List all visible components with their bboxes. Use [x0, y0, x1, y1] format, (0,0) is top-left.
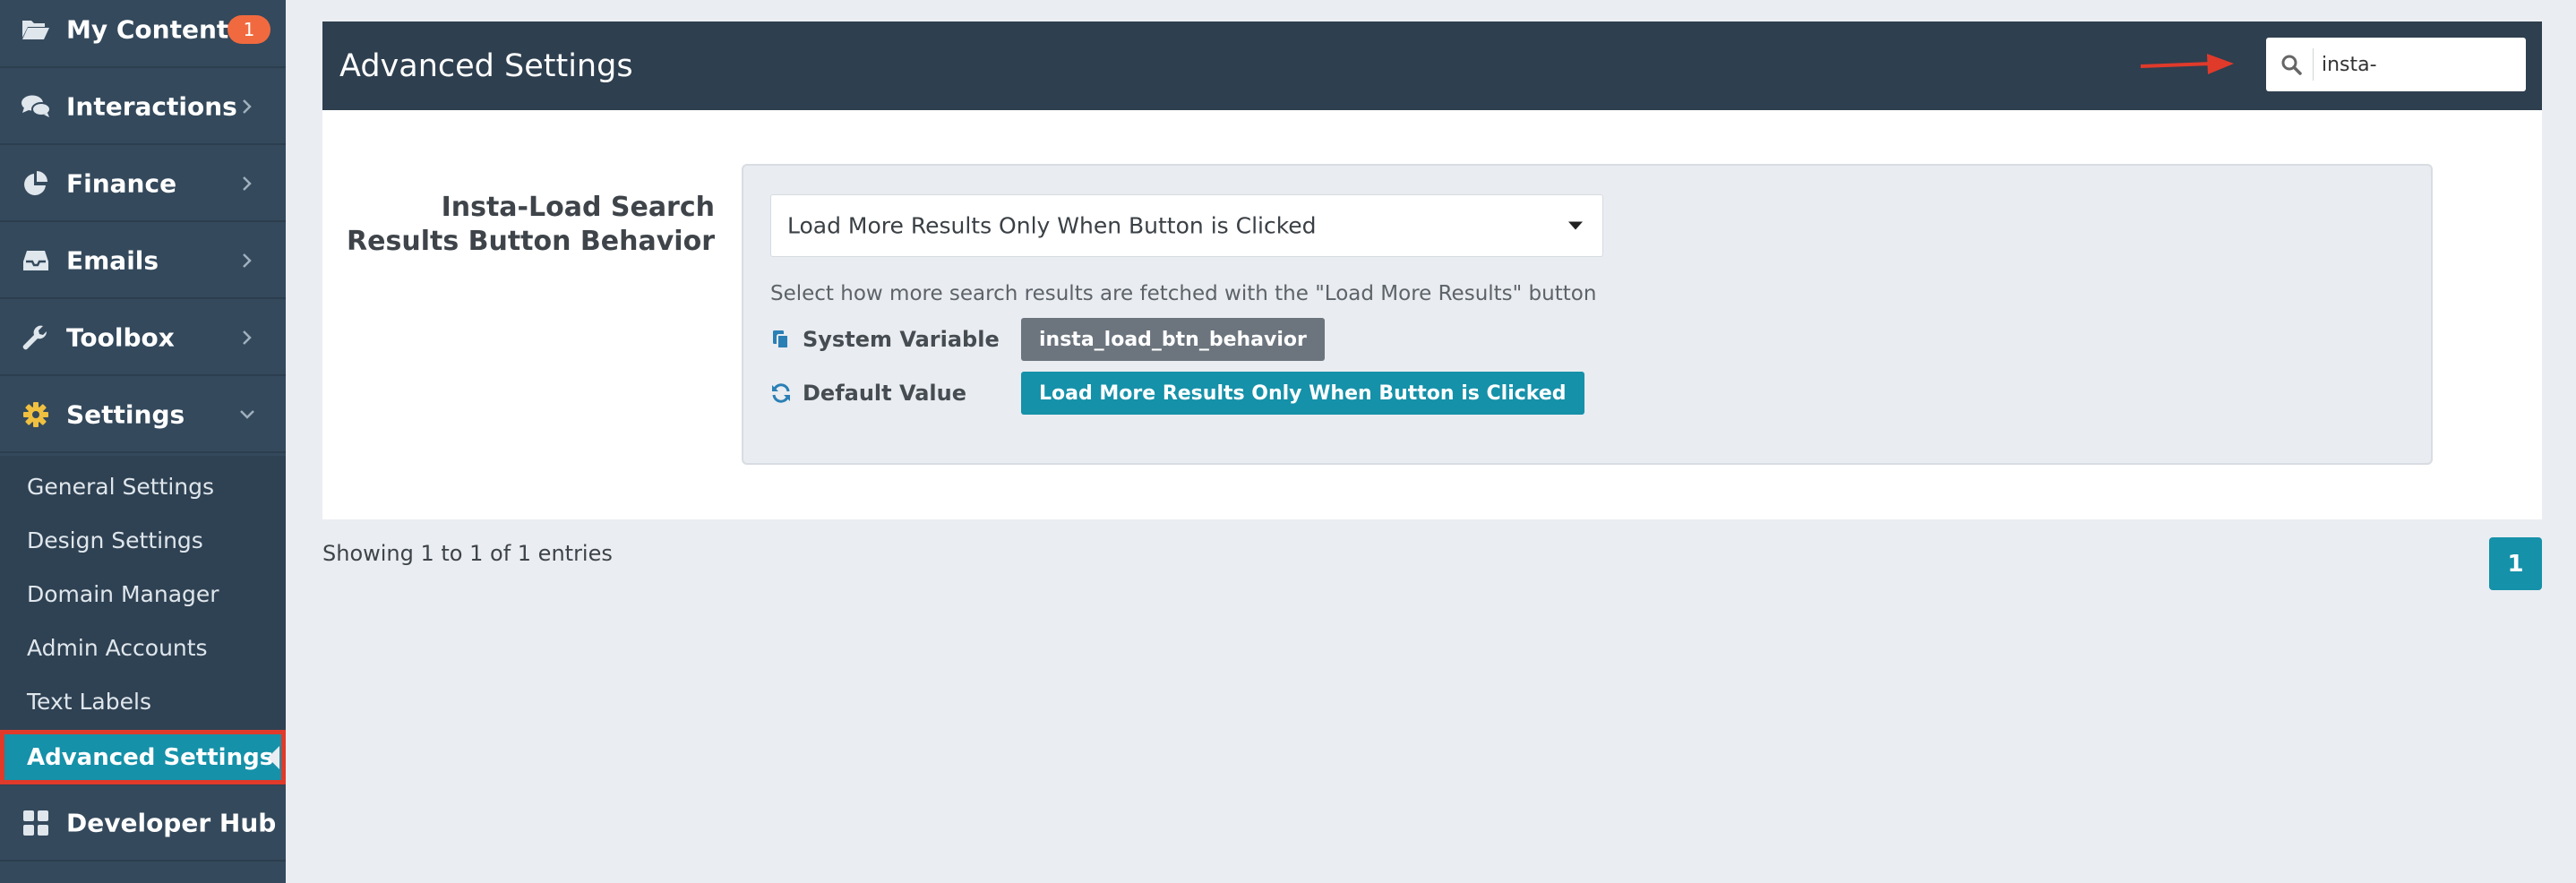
select-value: Load More Results Only When Button is Cl…: [787, 212, 1317, 239]
search-icon[interactable]: [2279, 52, 2304, 77]
search-box[interactable]: [2266, 38, 2526, 91]
sidebar-item-label: Settings: [66, 399, 185, 430]
sidebar-item-label: My Content: [66, 14, 229, 45]
submenu-item-domain-manager[interactable]: Domain Manager: [27, 581, 219, 607]
refresh-icon: [770, 382, 792, 404]
sidebar-item-label: Toolbox: [66, 322, 175, 353]
search-input[interactable]: [2322, 45, 2514, 84]
submenu-item-general-settings[interactable]: General Settings: [27, 474, 214, 500]
search-divider: [2313, 48, 2314, 81]
sidebar-item-toolbox[interactable]: Toolbox: [0, 301, 286, 376]
help-text: Select how more search results are fetch…: [770, 282, 1597, 305]
sidebar-item-interactions[interactable]: Interactions: [0, 70, 286, 145]
pie-chart-icon: [20, 167, 52, 200]
chevron-right-icon: [239, 176, 255, 192]
copy-icon: [770, 329, 792, 350]
submenu-item-admin-accounts[interactable]: Admin Accounts: [27, 635, 208, 661]
default-value-label: Default Value: [803, 381, 967, 406]
entries-info: Showing 1 to 1 of 1 entries: [322, 541, 613, 566]
page-title: Advanced Settings: [339, 47, 633, 84]
sidebar-item-label: Emails: [66, 245, 159, 276]
sidebar-item-emails[interactable]: Emails: [0, 224, 286, 299]
sidebar-item-my-content[interactable]: My Content 1: [0, 0, 286, 68]
sidebar: My Content 1 Interactions Finance Emails: [0, 0, 286, 883]
caret-down-icon: [1568, 221, 1583, 230]
grid-icon: [20, 807, 52, 839]
submenu-item-text-labels[interactable]: Text Labels: [27, 689, 151, 715]
annotation-arrow-icon: [2141, 54, 2234, 74]
default-value-button[interactable]: Load More Results Only When Button is Cl…: [1021, 372, 1584, 415]
folder-open-icon: [20, 13, 52, 46]
settings-panel: Insta-Load Search Results Button Behavio…: [322, 110, 2542, 519]
system-variable-label: System Variable: [803, 327, 1000, 352]
gear-icon: [20, 399, 52, 431]
inbox-icon: [20, 244, 52, 277]
behavior-select[interactable]: Load More Results Only When Button is Cl…: [770, 194, 1603, 257]
sidebar-item-developer-hub[interactable]: Developer Hub: [0, 786, 286, 862]
submenu-item-label: Advanced Settings: [27, 743, 274, 771]
submenu-item-design-settings[interactable]: Design Settings: [27, 527, 203, 553]
chevron-down-icon: [239, 407, 255, 423]
sidebar-item-settings[interactable]: Settings: [0, 378, 286, 453]
submenu-item-advanced-settings[interactable]: Advanced Settings: [0, 730, 286, 784]
sidebar-item-label: Finance: [66, 168, 177, 199]
system-variable-value[interactable]: insta_load_btn_behavior: [1021, 318, 1325, 361]
wrench-icon: [20, 321, 52, 354]
sidebar-item-finance[interactable]: Finance: [0, 147, 286, 222]
chevron-right-icon: [239, 253, 255, 269]
sidebar-item-label: Interactions: [66, 91, 237, 122]
setting-label: Insta-Load Search Results Button Behavio…: [347, 192, 715, 257]
comments-icon: [20, 90, 52, 123]
pagination-page-1[interactable]: 1: [2489, 537, 2542, 590]
chevron-right-icon: [239, 330, 255, 346]
chevron-right-icon: [239, 99, 255, 115]
notification-badge: 1: [228, 15, 270, 44]
setting-well: Load More Results Only When Button is Cl…: [742, 164, 2433, 465]
sidebar-item-label: Developer Hub: [66, 808, 277, 838]
active-caret-icon: [268, 745, 279, 769]
